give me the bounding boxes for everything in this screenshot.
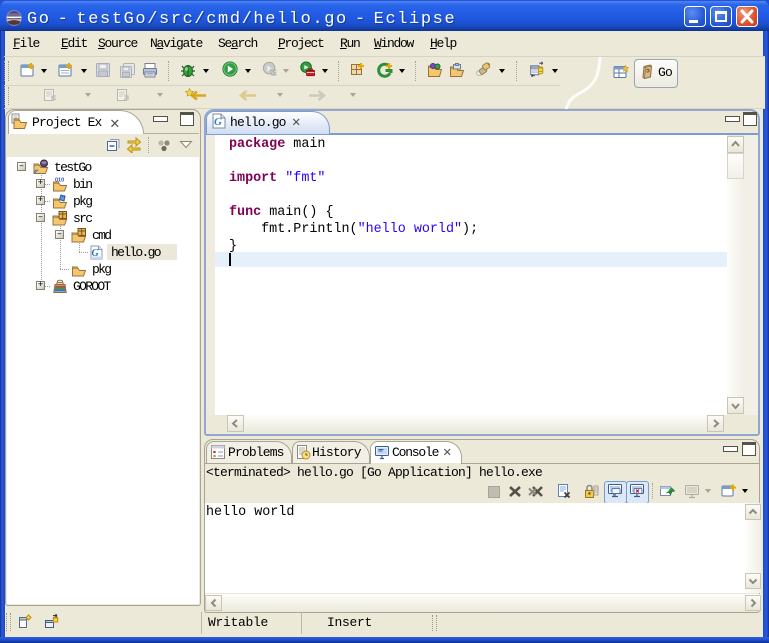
svg-text:G: G	[214, 116, 222, 128]
svg-text:010: 010	[55, 178, 64, 184]
svg-text:G: G	[92, 248, 100, 259]
